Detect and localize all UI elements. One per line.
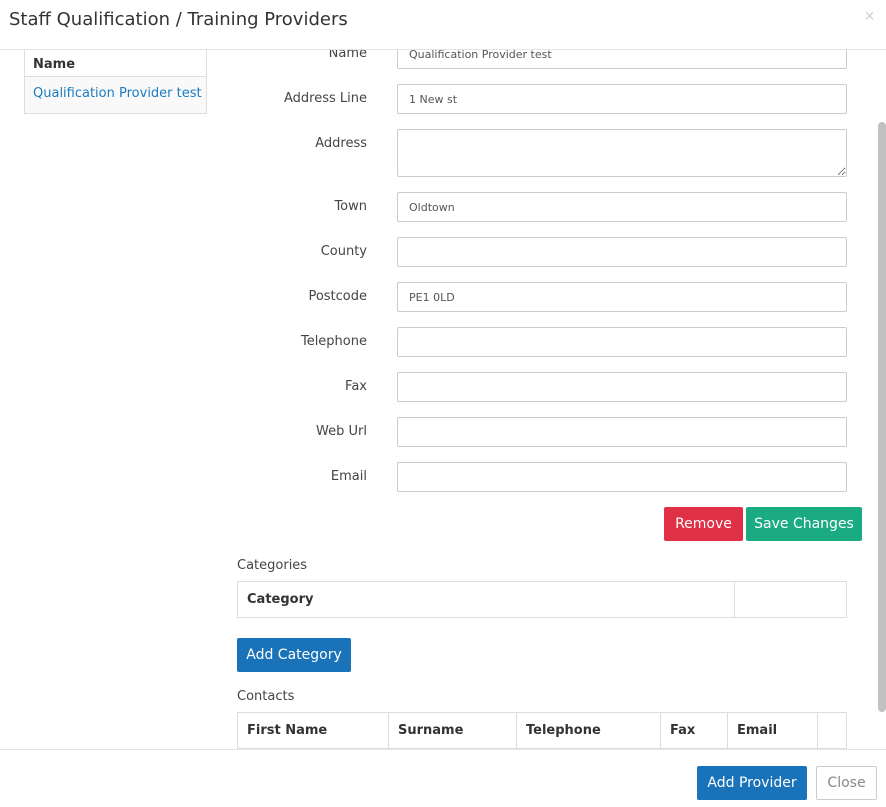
add-provider-button[interactable]: Add Provider [697, 766, 807, 800]
form-row-telephone: Telephone [237, 327, 847, 357]
email-label: Email [330, 469, 367, 484]
provider-list-item[interactable]: Qualification Provider test [25, 77, 206, 113]
fax-field[interactable] [397, 372, 847, 402]
postcode-label: Postcode [308, 289, 367, 304]
address-line-label: Address Line [284, 91, 367, 106]
form-row-web-url: Web Url [237, 417, 847, 447]
address-textarea[interactable] [397, 129, 847, 177]
form-row-fax: Fax [237, 372, 847, 402]
fax-column-header: Fax [661, 713, 728, 748]
contact-actions-column-header [818, 713, 846, 748]
fax-label: Fax [345, 379, 367, 394]
close-button[interactable]: Close [816, 766, 877, 800]
county-label: County [320, 244, 367, 259]
close-icon[interactable]: × [864, 9, 875, 24]
telephone-column-header: Telephone [517, 713, 661, 748]
county-field[interactable] [397, 237, 847, 267]
web-url-field[interactable] [397, 417, 847, 447]
categories-table: Category [237, 581, 847, 618]
category-actions-column-header [735, 582, 846, 617]
form-row-name: Name [237, 50, 847, 69]
surname-column-header: Surname [389, 713, 517, 748]
form-row-town: Town [237, 192, 847, 222]
address-label: Address [315, 136, 367, 151]
email-field[interactable] [397, 462, 847, 492]
category-column-header: Category [238, 582, 735, 617]
email-column-header: Email [728, 713, 818, 748]
telephone-label: Telephone [300, 334, 367, 349]
modal-footer: Add Provider Close [0, 749, 886, 807]
provider-list-header: Name [25, 50, 206, 77]
form-row-postcode: Postcode [237, 282, 847, 312]
modal-title: Staff Qualification / Training Providers [9, 9, 348, 30]
address-line-field[interactable] [397, 84, 847, 114]
postcode-field[interactable] [397, 282, 847, 312]
add-category-button[interactable]: Add Category [237, 638, 351, 672]
save-changes-button[interactable]: Save Changes [746, 507, 862, 541]
first-name-column-header: First Name [238, 713, 389, 748]
contacts-label: Contacts [237, 689, 295, 704]
name-field[interactable] [397, 50, 847, 69]
web-url-label: Web Url [316, 424, 367, 439]
form-row-address: Address [237, 129, 847, 177]
modal-body: Name Qualification Provider test Name Ad… [0, 50, 886, 749]
remove-button[interactable]: Remove [664, 507, 743, 541]
vertical-scrollbar[interactable] [878, 122, 886, 712]
form-row-county: County [237, 237, 847, 267]
form-row-email: Email [237, 462, 847, 492]
categories-label: Categories [237, 558, 308, 573]
town-label: Town [334, 199, 367, 214]
telephone-field[interactable] [397, 327, 847, 357]
form-row-address-line: Address Line [237, 84, 847, 114]
modal-header: Staff Qualification / Training Providers… [0, 0, 886, 50]
contacts-table: First Name Surname Telephone Fax Email [237, 712, 847, 749]
town-field[interactable] [397, 192, 847, 222]
name-label: Name [328, 50, 367, 61]
provider-list: Name Qualification Provider test [24, 50, 207, 114]
